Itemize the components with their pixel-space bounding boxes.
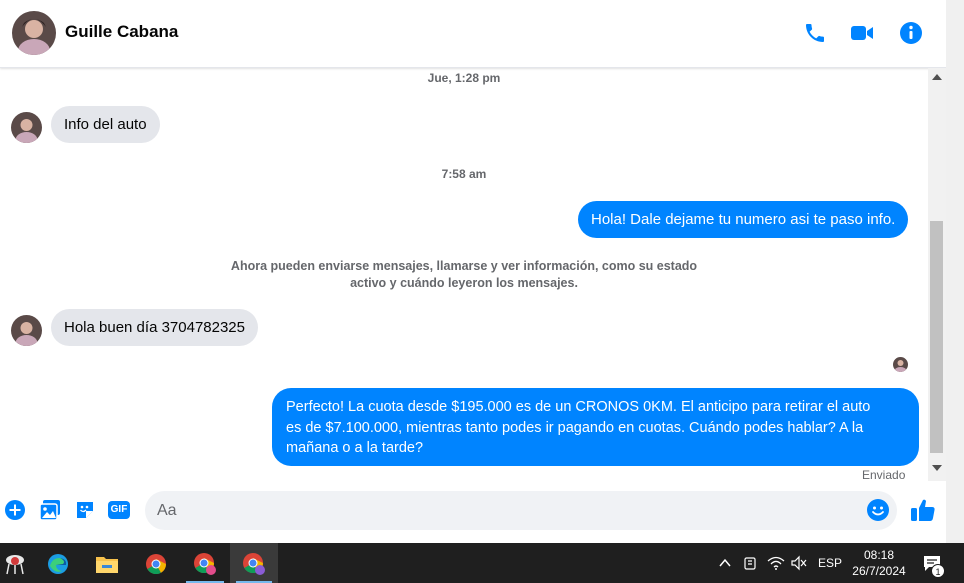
wifi-icon[interactable] <box>767 543 785 583</box>
like-icon[interactable] <box>910 497 936 523</box>
incoming-message[interactable]: Info del auto <box>51 106 160 143</box>
image-icon[interactable] <box>38 498 62 522</box>
chrome-icon[interactable] <box>141 549 171 579</box>
window-edge <box>946 0 964 543</box>
language-indicator[interactable]: ESP <box>818 543 842 583</box>
messenger-window: Guille Cabana Jue, 1:28 pm Info del auto… <box>0 0 946 543</box>
info-icon[interactable] <box>898 20 924 46</box>
phone-icon[interactable] <box>802 20 828 46</box>
gif-icon[interactable]: GIF <box>107 498 131 522</box>
video-call-icon[interactable] <box>849 20 875 46</box>
edge-icon[interactable] <box>43 549 73 579</box>
chrome-profile-icon[interactable] <box>190 549 220 579</box>
timestamp: Jue, 1:28 pm <box>427 71 501 85</box>
meet-now-icon[interactable] <box>743 543 759 583</box>
system-clock[interactable]: 08:18 26/7/2024 <box>846 547 912 579</box>
scroll-up-arrow[interactable] <box>932 74 942 80</box>
message-line: Perfecto! La cuota desde $195.000 es de … <box>286 399 871 415</box>
contact-name[interactable]: Guille Cabana <box>65 22 178 42</box>
conversation-header: Guille Cabana <box>0 0 946 68</box>
gif-label: GIF <box>110 504 128 515</box>
contact-avatar[interactable] <box>12 11 56 55</box>
scrollbar-thumb[interactable] <box>930 221 943 453</box>
show-hidden-icons[interactable] <box>718 543 732 583</box>
system-notice-line: Ahora pueden enviarse mensajes, llamarse… <box>230 259 698 273</box>
volume-muted-icon[interactable] <box>790 543 808 583</box>
message-line: es de $7.100.000, mientras tanto podes i… <box>286 419 864 436</box>
message-composer: GIF <box>0 481 946 543</box>
message-input[interactable] <box>145 491 897 530</box>
outgoing-message[interactable]: Hola! Dale dejame tu numero asi te paso … <box>578 201 909 238</box>
sticker-icon[interactable] <box>73 498 97 522</box>
file-explorer-icon[interactable] <box>92 549 122 579</box>
message-line: mañana o a la tarde? <box>286 440 424 456</box>
scroll-down-arrow[interactable] <box>932 465 942 471</box>
outgoing-message[interactable]: Perfecto! La cuota desde $195.000 es de … <box>272 388 919 466</box>
clock-date: 26/7/2024 <box>852 564 906 578</box>
read-receipt-avatar <box>893 357 908 372</box>
clock-time: 08:18 <box>863 548 895 562</box>
message-thread[interactable]: Jue, 1:28 pm Info del auto 7:58 am Hola!… <box>0 68 928 481</box>
start-mascot-icon[interactable] <box>0 549 30 579</box>
emoji-icon[interactable] <box>866 498 890 522</box>
system-notice-line: activo y cuándo leyeron los mensajes. <box>350 276 578 290</box>
delivery-status: Enviado <box>862 468 906 481</box>
plus-icon[interactable] <box>3 498 27 522</box>
timestamp: 7:58 am <box>441 167 487 181</box>
system-notice: Ahora pueden enviarse mensajes, llamarse… <box>0 258 928 292</box>
windows-taskbar: ESP 08:18 26/7/2024 1 <box>0 543 964 583</box>
chrome-incognito-icon[interactable] <box>239 549 269 579</box>
contact-avatar-small[interactable] <box>11 315 42 346</box>
contact-avatar-small[interactable] <box>11 112 42 143</box>
chat-scrollbar[interactable] <box>928 68 946 481</box>
notification-count-badge: 1 <box>931 564 945 578</box>
notifications-icon[interactable]: 1 <box>922 543 945 583</box>
incoming-message[interactable]: Hola buen día 3704782325 <box>51 309 258 346</box>
